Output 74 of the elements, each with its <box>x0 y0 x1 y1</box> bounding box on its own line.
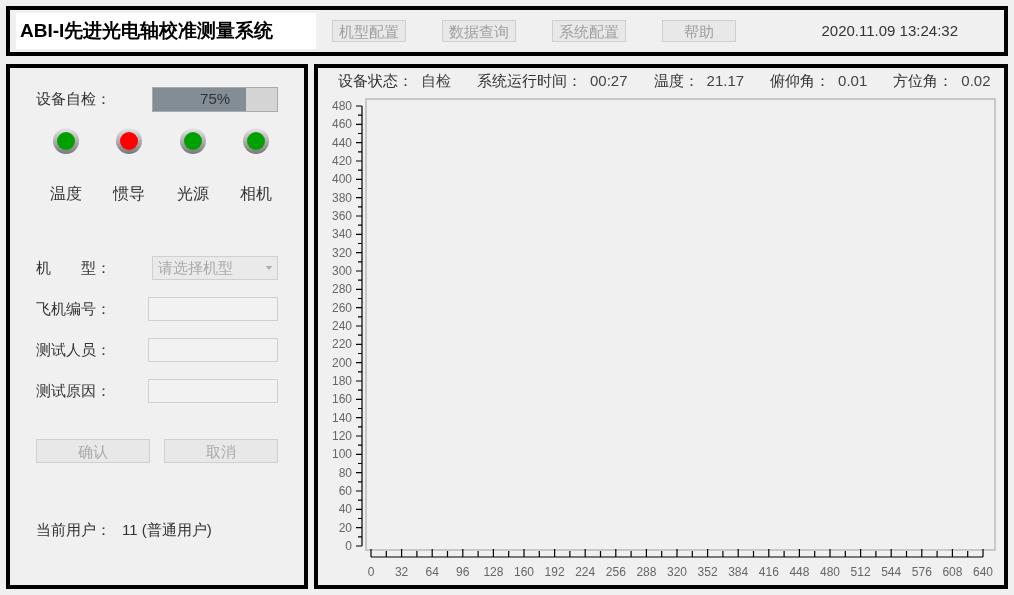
y-tick-label: 40 <box>338 502 352 517</box>
x-tick-label: 416 <box>758 565 779 579</box>
self-check-label: 设备自检： <box>36 88 112 109</box>
y-tick-label: 320 <box>331 245 352 260</box>
x-tick-label: 224 <box>575 565 596 579</box>
x-tick-label: 384 <box>728 565 749 579</box>
y-tick-label: 260 <box>331 300 352 315</box>
status-value: 0.02 <box>961 71 991 92</box>
x-tick-label: 288 <box>636 565 657 579</box>
y-tick-label: 440 <box>331 135 352 150</box>
current-user-value: 11 (普通用户) <box>122 520 212 540</box>
input-field[interactable] <box>148 297 278 321</box>
x-tick-label: 160 <box>514 565 534 579</box>
x-tick-label: 64 <box>425 565 439 579</box>
x-tick-label: 480 <box>820 565 840 579</box>
x-tick-label: 32 <box>394 565 409 579</box>
y-tick-label: 420 <box>331 154 352 168</box>
y-tick-label: 460 <box>331 117 352 132</box>
caret-icon <box>266 266 272 270</box>
x-tick-label: 608 <box>942 565 963 579</box>
x-tick-label: 544 <box>881 565 902 579</box>
status-value: 自检 <box>421 71 451 92</box>
date-time: 2020.11.09 13:24:32 <box>821 20 958 41</box>
y-tick-label: 220 <box>331 337 352 352</box>
indicator-label: 相机 <box>240 184 273 204</box>
y-tick-label: 300 <box>331 264 352 278</box>
status-value: 0.01 <box>838 71 868 92</box>
input-field[interactable] <box>148 338 278 362</box>
y-tick-label: 100 <box>331 447 352 462</box>
y-tick-label: 400 <box>331 172 352 187</box>
y-tick-label: 0 <box>345 539 352 553</box>
field-label: 测试原因： <box>36 380 112 401</box>
x-tick-label: 576 <box>911 565 932 579</box>
x-tick-label: 256 <box>605 565 626 579</box>
y-tick-label: 20 <box>338 520 352 535</box>
status-label: 温度： <box>653 71 699 92</box>
status-label: 设备状态： <box>338 71 413 92</box>
x-tick-label: 512 <box>850 565 871 579</box>
x-tick-label: 0 <box>367 565 375 579</box>
x-tick-label: 352 <box>697 565 718 579</box>
x-tick-label: 448 <box>789 565 810 579</box>
x-tick-label: 640 <box>973 565 993 579</box>
indicator-label: 温度 <box>49 184 82 204</box>
status-label: 方位角： <box>893 71 954 92</box>
y-tick-label: 160 <box>331 392 352 407</box>
y-tick-label: 200 <box>331 355 352 370</box>
y-tick-label: 340 <box>331 227 352 242</box>
y-tick-label: 140 <box>331 410 352 425</box>
app-title: ABI-I先进光电轴校准测量系统 <box>16 13 316 49</box>
x-tick-label: 128 <box>483 565 504 579</box>
x-tick-label: 320 <box>667 565 687 579</box>
y-tick-label: 360 <box>331 209 352 223</box>
y-tick-label: 180 <box>331 374 352 388</box>
field-label: 测试人员： <box>36 339 112 360</box>
y-tick-label: 120 <box>331 429 352 443</box>
y-tick-label: 380 <box>331 190 352 205</box>
input-field[interactable] <box>148 379 278 403</box>
x-tick-label: 192 <box>544 565 565 579</box>
current-user-label: 当前用户： <box>36 520 112 540</box>
field-label: 飞机编号： <box>36 298 112 319</box>
indicator-label: 光源 <box>176 184 209 204</box>
status-value: 00:27 <box>590 71 628 92</box>
y-tick-label: 240 <box>331 319 352 333</box>
y-tick-label: 480 <box>331 99 352 113</box>
y-tick-label: 60 <box>338 484 352 498</box>
status-label: 俯仰角： <box>770 71 831 92</box>
indicator-label: 惯导 <box>113 184 146 204</box>
x-tick-label: 96 <box>456 565 470 579</box>
y-tick-label: 280 <box>331 282 352 297</box>
field-label: 机 型： <box>36 257 112 278</box>
progress-reading: 75% <box>199 88 232 109</box>
status-value: 21.17 <box>706 71 745 92</box>
status-label: 系统运行时间： <box>477 71 582 92</box>
y-tick-label: 80 <box>338 465 352 480</box>
